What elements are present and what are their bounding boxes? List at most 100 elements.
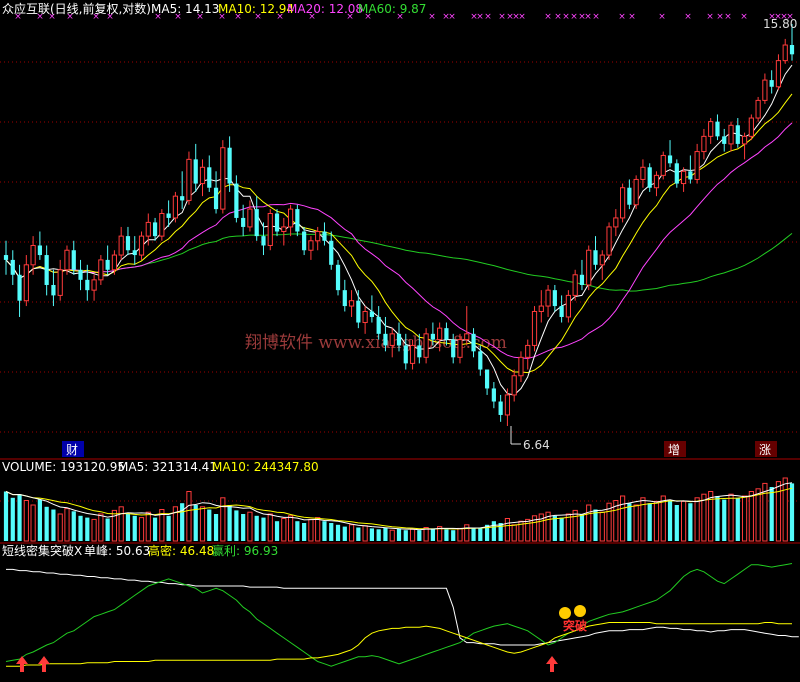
- volume-bar: [281, 518, 287, 542]
- volume-bar: [186, 491, 192, 542]
- candle-body: [430, 333, 435, 340]
- high-density-line: [6, 622, 792, 667]
- volume-bar: [478, 528, 483, 541]
- marker-cai[interactable]: 财: [62, 441, 84, 457]
- candle-body: [98, 259, 104, 281]
- volume-bar: [199, 506, 206, 542]
- volume-bar: [17, 494, 22, 541]
- volume-bar: [295, 521, 300, 541]
- volume-bar: [274, 521, 280, 541]
- volume-bar: [213, 514, 219, 541]
- candle-body: [741, 135, 748, 145]
- main-header: 众应互联(日线,前复权,对数) MA5: 14.13 MA10: 12.94 M…: [2, 1, 426, 16]
- volume-bar: [383, 527, 388, 541]
- candle-body: [396, 333, 402, 346]
- volume-bar: [152, 517, 158, 541]
- candle-body: [715, 121, 720, 137]
- grid-lines: [0, 61, 800, 502]
- candle-body: [484, 369, 490, 389]
- star-marker: ×: [706, 12, 714, 22]
- ma60-line: [5, 233, 793, 292]
- marker-zeng[interactable]: 增: [664, 441, 686, 457]
- ma5-value: MA5: 14.13: [151, 2, 219, 16]
- candle-body: [545, 289, 551, 307]
- volume-bar: [105, 518, 110, 541]
- candle-body: [701, 135, 707, 153]
- candle-body: [478, 351, 483, 370]
- volume-bar: [362, 525, 368, 542]
- candle-body: [37, 245, 42, 256]
- volume-bar: [308, 518, 314, 542]
- volume-bar: [559, 517, 564, 541]
- candle-body: [782, 44, 788, 62]
- candle-body: [362, 310, 368, 324]
- star-marker: ×: [562, 12, 570, 22]
- marker-zhang[interactable]: 涨: [755, 441, 777, 457]
- volume-bar: [207, 509, 212, 541]
- candle-body: [186, 158, 192, 201]
- candle-body: [538, 305, 544, 312]
- candle-body: [620, 187, 626, 219]
- volume-bar: [254, 515, 259, 541]
- volume-bar: [220, 497, 226, 542]
- candle-body: [199, 166, 206, 185]
- candle-body: [295, 209, 300, 232]
- candle-body: [376, 316, 381, 334]
- candle-body: [688, 171, 693, 180]
- candle-body: [322, 231, 327, 241]
- profit-value: 赢利: 96.93: [212, 543, 278, 558]
- volume-bar: [125, 514, 131, 541]
- volume-bar: [10, 497, 15, 541]
- star-marker: ×: [628, 12, 636, 22]
- volume-bar: [464, 524, 470, 542]
- candle-body: [627, 187, 632, 205]
- candle-body: [348, 300, 355, 307]
- indicator-header: 短线密集突破X 单峰: 50.63 高密: 46.48 赢利: 96.93: [2, 543, 278, 558]
- volume-panel[interactable]: [3, 477, 795, 542]
- volume-bar: [715, 496, 720, 541]
- stock-chart[interactable]: 翔博软件 www.xiangbosoft.com × × × × × × × × × × × × × × ×…: [0, 0, 800, 682]
- candle-body: [409, 344, 416, 364]
- candle-body: [572, 274, 578, 296]
- candle-body: [247, 208, 253, 228]
- volume-bar: [565, 513, 571, 542]
- star-marker: ×: [428, 12, 436, 22]
- candle-body: [30, 244, 36, 266]
- ma20-value: MA20: 12.08: [287, 2, 363, 16]
- volume-bar: [457, 527, 463, 542]
- candle-body: [552, 290, 557, 307]
- volume-bar: [356, 527, 361, 541]
- candle-body: [769, 80, 774, 87]
- candle-body: [64, 249, 70, 271]
- candle-body: [44, 255, 49, 285]
- candle-body: [383, 333, 388, 346]
- candle-body: [559, 306, 564, 317]
- indicator-panel[interactable]: [5, 563, 799, 673]
- volume-bar: [701, 493, 707, 542]
- volume-bar: [653, 500, 660, 542]
- candle-body: [525, 344, 531, 358]
- volume-bar: [735, 497, 740, 541]
- candle-body: [518, 356, 524, 377]
- candle-body: [23, 264, 29, 302]
- candlesticks: [3, 24, 795, 426]
- volume-bar: [396, 528, 402, 541]
- volume-bar: [23, 500, 29, 542]
- candle-body: [51, 284, 56, 296]
- volume-bar: [132, 515, 137, 541]
- volume-bar: [722, 499, 727, 541]
- volume-bar: [57, 513, 63, 542]
- candle-body: [329, 240, 334, 265]
- volume-bar: [145, 511, 151, 542]
- volume-bar: [572, 509, 578, 542]
- volume-bar: [91, 518, 97, 542]
- candle-body: [10, 259, 15, 275]
- price-panel[interactable]: × × × × × × × × × × × × × × × × × × ×× ×× × × ××× × × × × ×× × × × × × × ×…: [3, 12, 795, 426]
- volume-bar: [118, 506, 124, 542]
- volume-bar: [504, 518, 511, 542]
- buy-arrow: [546, 656, 558, 672]
- candle-body: [647, 167, 652, 188]
- star-marker: ×: [554, 12, 562, 22]
- candle-body: [491, 388, 496, 402]
- volume-bar: [302, 523, 307, 541]
